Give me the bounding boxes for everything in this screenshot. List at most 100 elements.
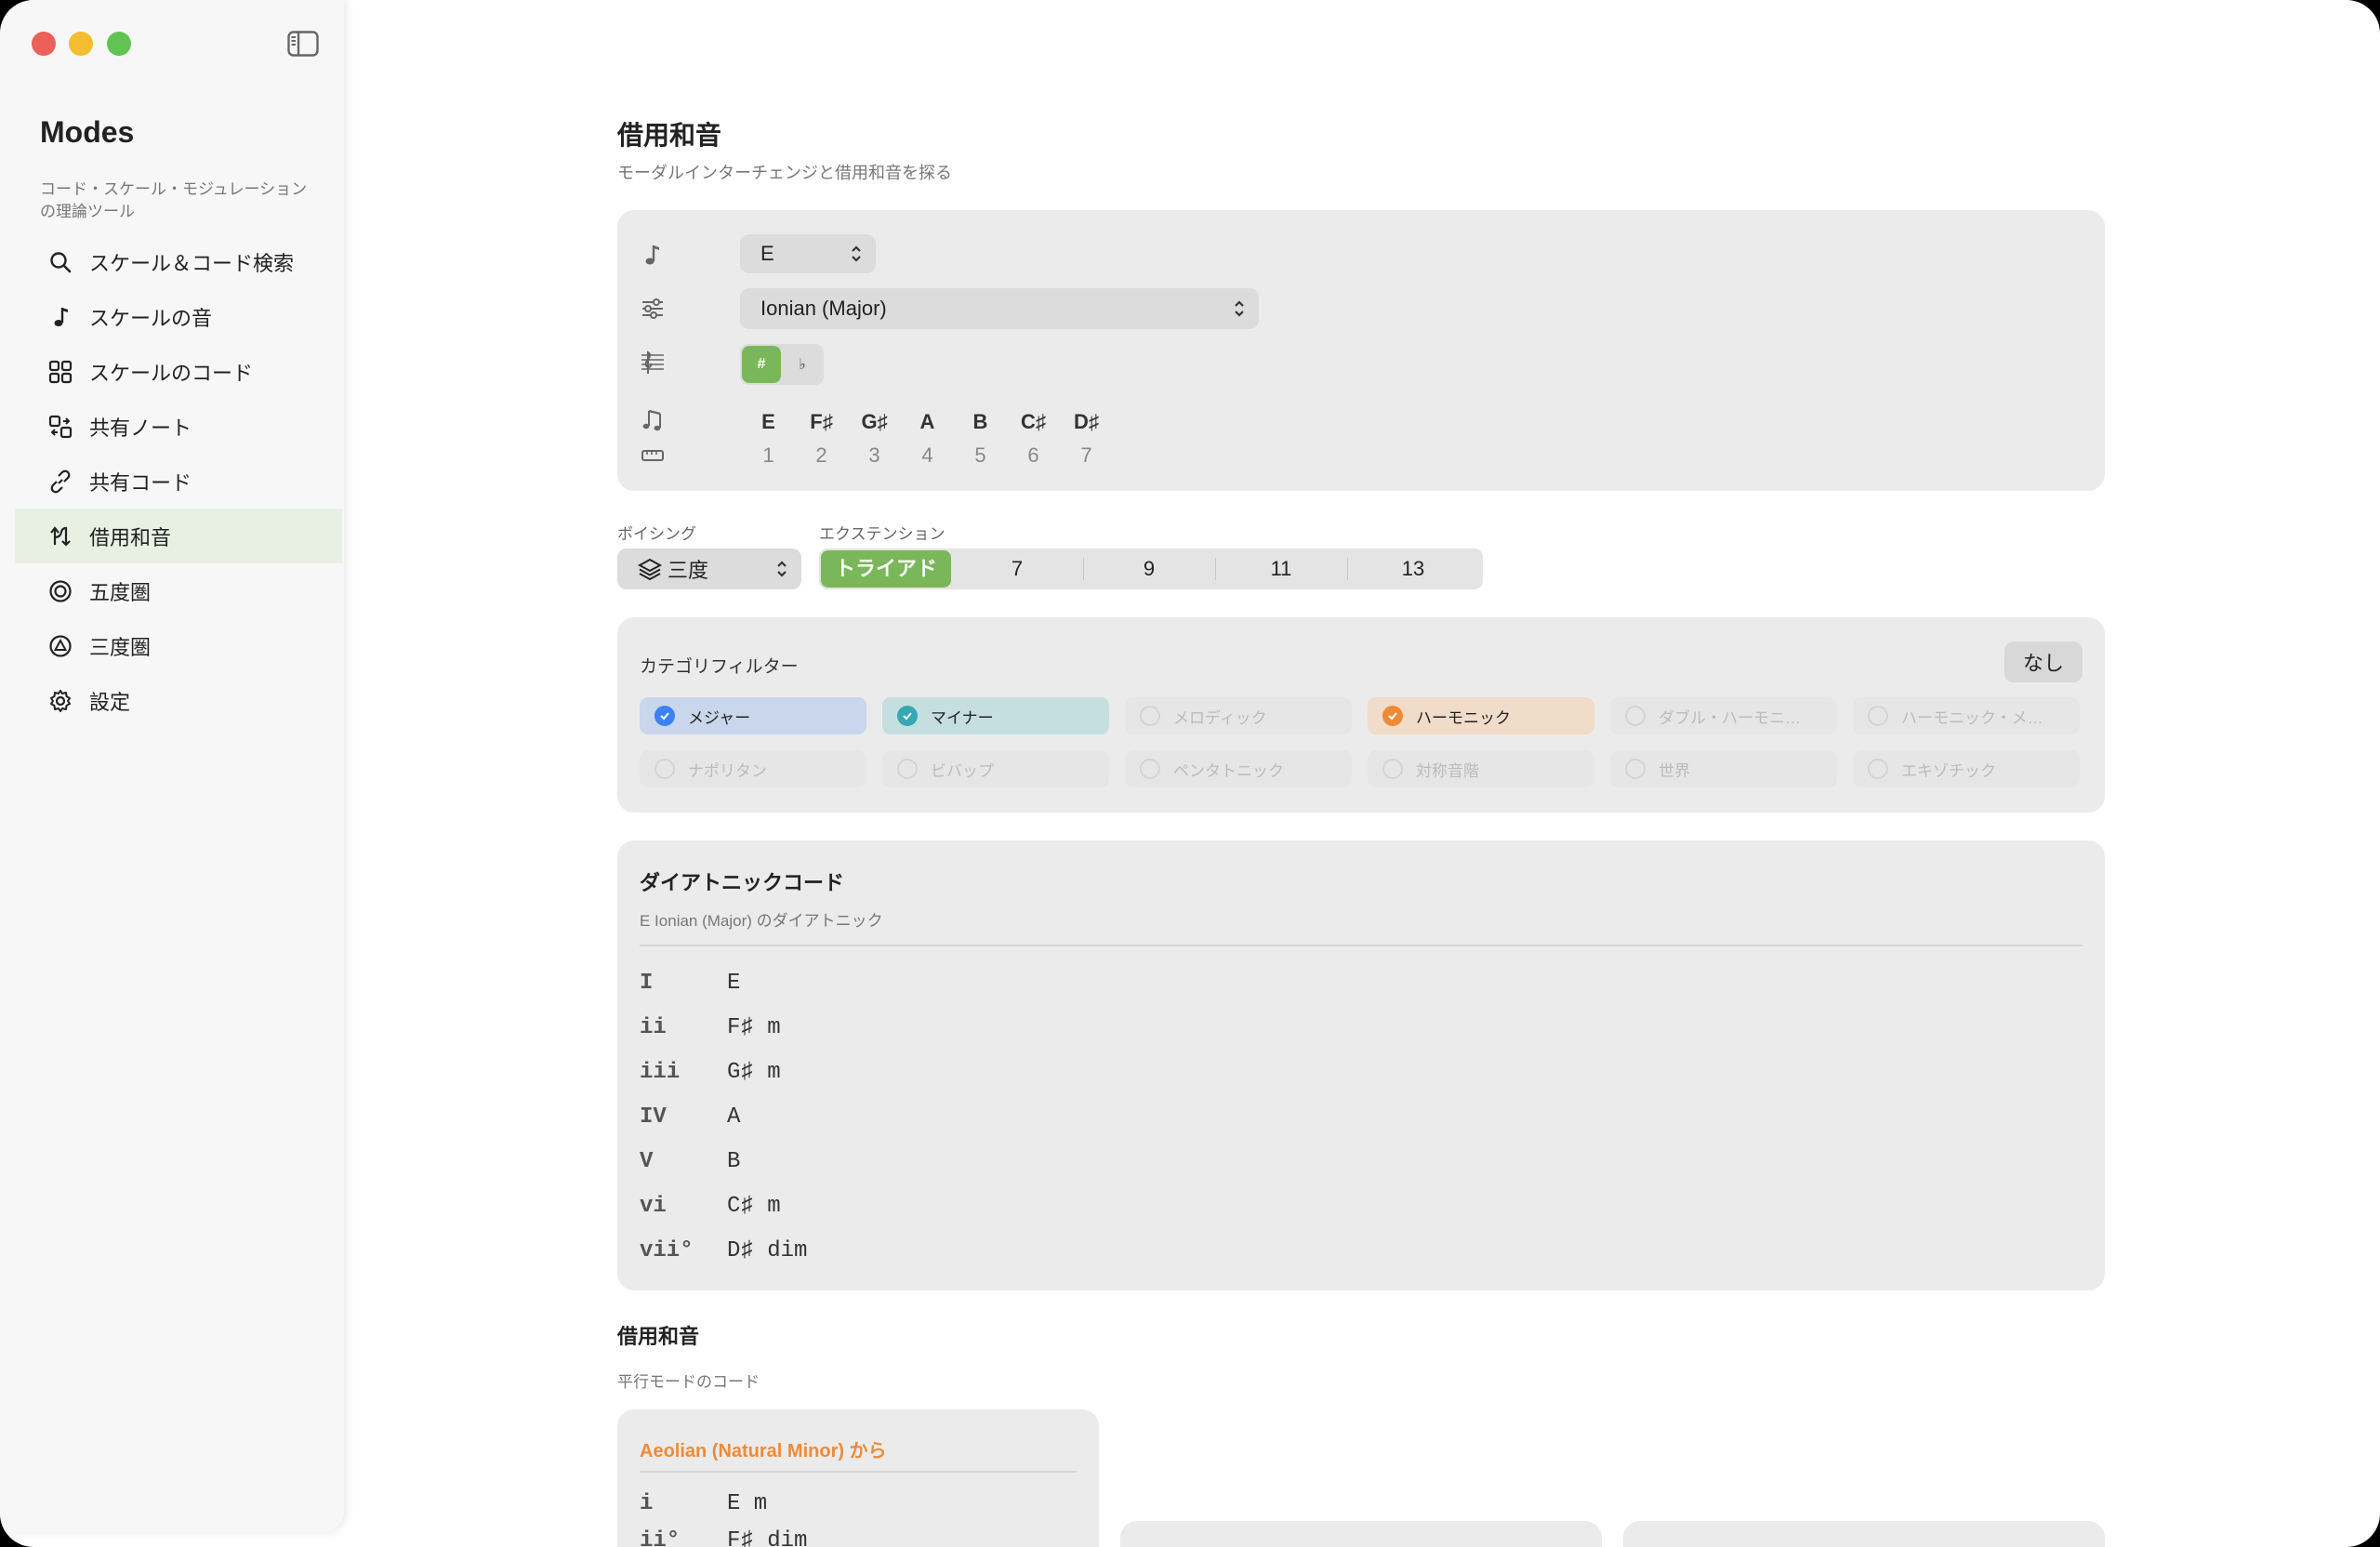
key-select[interactable]: E — [740, 234, 876, 273]
borrowed-title: 借用和音 — [617, 1325, 700, 1348]
extension-option-11[interactable]: 11 — [1215, 549, 1347, 589]
filter-chip-harmonic-major[interactable]: ハーモニック・メ… — [1853, 697, 2080, 734]
close-window-button[interactable] — [32, 32, 56, 56]
voicing-select-value: 三度 — [668, 559, 709, 582]
diatonic-chord-row: VB — [640, 1144, 740, 1181]
checkmark-icon — [1382, 706, 1403, 726]
roman-numeral: i — [640, 1491, 654, 1516]
sidebar-item-shared-chords[interactable]: 共有コード — [15, 454, 342, 509]
app-window: Modes コード・スケール・モジュレーションの理論ツール スケール＆コード検索… — [0, 0, 2380, 1547]
borrowed-chord-row: iE m — [640, 1486, 767, 1523]
clear-filter-button[interactable]: なし — [2004, 641, 2082, 682]
divider — [640, 945, 2082, 946]
sidebar-item-scale-chords[interactable]: スケールのコード — [15, 344, 342, 399]
filter-chip-melodic[interactable]: メロディック — [1125, 697, 1352, 734]
sidebar-item-settings[interactable]: 設定 — [15, 673, 342, 728]
filter-chip-label: 対称音階 — [1416, 761, 1479, 780]
sidebar-item-label: 借用和音 — [89, 525, 172, 549]
chord-name: F♯ m — [727, 1015, 781, 1040]
empty-circle-icon — [1868, 759, 1888, 779]
note-degree: 2 — [815, 443, 827, 467]
voicing-select[interactable]: 三度 — [617, 549, 801, 589]
filter-chip-label: ナポリタン — [688, 761, 767, 780]
scale-note: D♯ 7 — [1060, 405, 1113, 472]
sidebar-item-circle-of-fifths[interactable]: 五度圏 — [15, 563, 342, 618]
chord-name: B — [727, 1149, 741, 1174]
sidebar-toggle-icon[interactable] — [287, 31, 319, 57]
filter-chip-harmonic[interactable]: ハーモニック — [1368, 697, 1594, 734]
sidebar-item-scale-notes[interactable]: スケールの音 — [15, 289, 342, 344]
note-name: B — [972, 410, 988, 433]
note-degree: 3 — [868, 443, 880, 467]
layers-icon — [638, 557, 662, 581]
gear-icon — [46, 687, 74, 715]
note-name: F♯ — [810, 410, 833, 433]
shapes-icon — [46, 413, 74, 441]
empty-circle-icon — [1140, 706, 1160, 726]
borrowed-card-placeholder — [1120, 1521, 1602, 1547]
extension-option-triad[interactable]: トライアド — [821, 550, 951, 588]
app-title: Modes — [40, 115, 135, 149]
filter-chip-world[interactable]: 世界 — [1610, 750, 1837, 787]
app-subtitle: コード・スケール・モジュレーションの理論ツール — [40, 180, 308, 220]
filter-chip-label: ハーモニック・メ… — [1901, 708, 2043, 727]
roman-numeral: ii° — [640, 1528, 681, 1547]
roman-numeral: vi — [640, 1194, 667, 1219]
sidebar-item-borrowed-chords[interactable]: 借用和音 — [15, 509, 342, 563]
filter-chip-label: マイナー — [931, 708, 994, 727]
minimize-window-button[interactable] — [69, 32, 93, 56]
category-filter-card: カテゴリフィルター なし メジャー マイナー メロディック ハーモニック ダブル… — [617, 617, 2105, 813]
sidebar-item-label: 共有ノート — [89, 416, 192, 440]
sidebar-item-circle-of-thirds[interactable]: 三度圏 — [15, 618, 342, 673]
divider — [640, 1471, 1077, 1473]
diatonic-chord-row: vi C♯ m — [640, 1188, 781, 1225]
sidebar-nav: スケール＆コード検索 スケールの音 スケールのコード 共有ノート 共有コード 借… — [15, 234, 342, 728]
mode-select[interactable]: Ionian (Major) — [740, 288, 1259, 329]
chord-name: E m — [727, 1491, 768, 1516]
sidebar-item-shared-notes[interactable]: 共有ノート — [15, 399, 342, 454]
filter-chip-double-harmonic[interactable]: ダブル・ハーモニ… — [1610, 697, 1837, 734]
borrowed-card-placeholder — [1623, 1521, 2105, 1547]
filter-chip-minor[interactable]: マイナー — [882, 697, 1109, 734]
filter-chip-label: ビバップ — [931, 761, 994, 780]
extension-option-9[interactable]: 9 — [1083, 549, 1215, 589]
filter-chip-label: メジャー — [688, 708, 751, 727]
filter-chip-exotic[interactable]: エキゾチック — [1853, 750, 2080, 787]
roman-numeral: vii° — [640, 1238, 694, 1263]
note-name: D♯ — [1074, 410, 1099, 433]
sharp-button[interactable]: # — [742, 346, 781, 383]
extension-segmented-control: トライアド 7 9 11 13 — [819, 549, 1483, 589]
mode-select-value: Ionian (Major) — [760, 297, 887, 320]
empty-circle-icon — [897, 759, 918, 779]
chord-name: E — [727, 971, 741, 996]
sidebar-item-label: 設定 — [89, 690, 131, 714]
filter-chip-label: ペンタトニック — [1173, 761, 1284, 780]
filter-chip-pentatonic[interactable]: ペンタトニック — [1125, 750, 1352, 787]
filter-chip-major[interactable]: メジャー — [640, 697, 866, 734]
empty-circle-icon — [1625, 706, 1646, 726]
diatonic-chord-row: iii G♯ m — [640, 1054, 781, 1091]
zoom-window-button[interactable] — [107, 32, 131, 56]
music-note-icon — [640, 242, 666, 268]
filter-chip-neapolitan[interactable]: ナポリタン — [640, 750, 866, 787]
filter-chip-bebop[interactable]: ビバップ — [882, 750, 1109, 787]
key-select-value: E — [760, 242, 774, 265]
roman-numeral: V — [640, 1149, 654, 1174]
scale-note: F♯ 2 — [795, 405, 848, 472]
sliders-icon — [640, 296, 666, 322]
sidebar-item-search[interactable]: スケール＆コード検索 — [15, 234, 342, 289]
empty-circle-icon — [1140, 759, 1160, 779]
extension-label: エクステンション — [819, 525, 945, 543]
filter-chip-label: ハーモニック — [1416, 708, 1511, 727]
extension-option-13[interactable]: 13 — [1347, 549, 1479, 589]
empty-circle-icon — [1868, 706, 1888, 726]
filter-chip-symmetric[interactable]: 対称音階 — [1368, 750, 1594, 787]
extension-option-7[interactable]: 7 — [951, 549, 1083, 589]
flat-button[interactable]: ♭ — [783, 346, 822, 383]
scale-notes: E1 F♯ 2 G♯ 3 A4 B5 C♯ 6 D♯ 7 — [742, 405, 1113, 472]
note-name: G♯ — [861, 410, 888, 433]
grid-icon — [46, 358, 74, 386]
filter-chip-label: 世界 — [1659, 761, 1690, 780]
search-icon — [46, 248, 74, 276]
sidebar-item-label: 三度圏 — [89, 635, 152, 659]
